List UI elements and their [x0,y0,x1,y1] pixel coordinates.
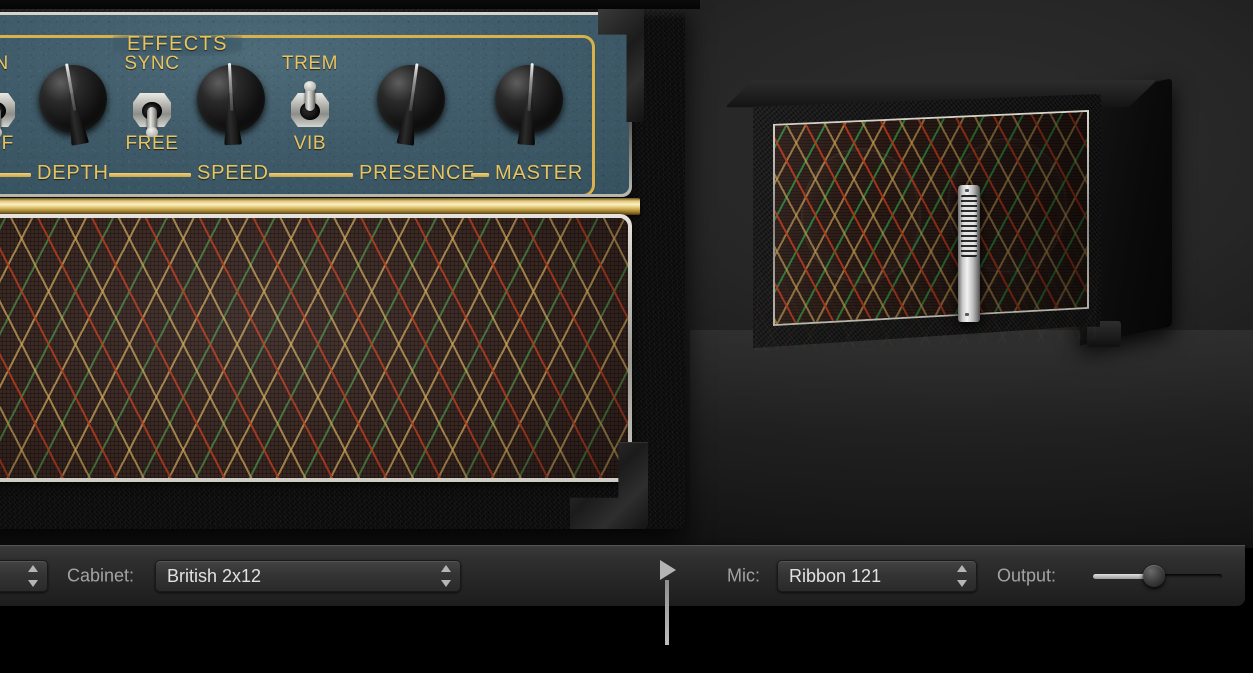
amp-model-popup[interactable] [0,560,48,592]
effects-on-off-switch[interactable] [0,83,19,137]
trem-label: TREM [281,53,339,74]
effects-control-panel: EFFECTS ON OFF [0,15,629,194]
chevron-updown-icon [27,565,38,587]
vib-label: VIB [293,133,327,154]
switch-lever [146,107,158,137]
trim-dash [109,173,191,177]
cabinet-popup[interactable]: British 2x12 [155,560,461,592]
knob-labels-row: DEPTH SPEED PRESENCE MASTER [0,162,629,188]
free-label: FREE [125,133,179,154]
mic-bottom-screw [965,313,969,316]
mic-value: Ribbon 121 [789,565,882,586]
speed-knob[interactable] [193,57,269,149]
amp-grille [0,218,628,478]
mic-label: Mic: [727,565,760,586]
mic-popup[interactable]: Ribbon 121 [777,560,977,592]
sync-free-switch[interactable] [129,83,175,137]
toolbar-row: Cabinet: British 2x12 Mic: Ribbon 121 Ou… [0,546,1245,606]
output-slider[interactable] [1093,565,1222,587]
cabinet-reflection [755,180,1101,350]
ribbon-microphone[interactable] [958,185,980,322]
knob-indicator [218,60,244,145]
sync-label: SYNC [124,53,180,74]
trim-dash [471,173,489,177]
switch-tip [304,81,316,91]
depth-knob[interactable] [35,57,111,149]
presence-knob[interactable] [373,57,449,149]
off-label: OFF [0,133,14,154]
amp-gold-trim [0,198,640,215]
switch-lever [0,107,2,137]
master-knob[interactable] [491,57,567,149]
effects-section-title: EFFECTS [113,33,242,56]
output-label: Output: [997,565,1057,586]
amp-grille-frame [0,214,632,482]
window-bottom-edge [0,606,1253,673]
bottom-toolbar: Cabinet: British 2x12 Mic: Ribbon 121 Ou… [0,545,1245,606]
switch-lever [304,81,316,111]
trim-dash [0,173,31,177]
control-panel-frame: EFFECTS ON OFF [0,12,632,197]
chevron-updown-icon [956,565,967,587]
window-top-edge [0,0,700,9]
speed-label: SPEED [197,162,269,184]
mic-grille-icon [961,195,977,257]
amp-grille-shading [0,218,628,478]
master-label: MASTER [495,162,584,184]
knob-indicator [515,60,543,145]
slider-knob[interactable] [1142,565,1165,587]
play-triangle-icon [660,560,676,580]
cabinet-label: Cabinet: [67,565,135,586]
trem-vib-switch[interactable] [287,81,333,135]
chevron-updown-icon [440,565,451,587]
depth-label: DEPTH [37,162,109,184]
mic-position-stem [665,580,669,645]
cabinet-value: British 2x12 [167,565,262,586]
mic-top-screw [965,189,969,192]
amp-head: EFFECTS ON OFF [0,4,685,529]
on-label: ON [0,53,9,74]
amp-designer-window: EFFECTS ON OFF [0,0,1253,673]
presence-label: PRESENCE [359,162,476,184]
trim-dash [269,173,353,177]
